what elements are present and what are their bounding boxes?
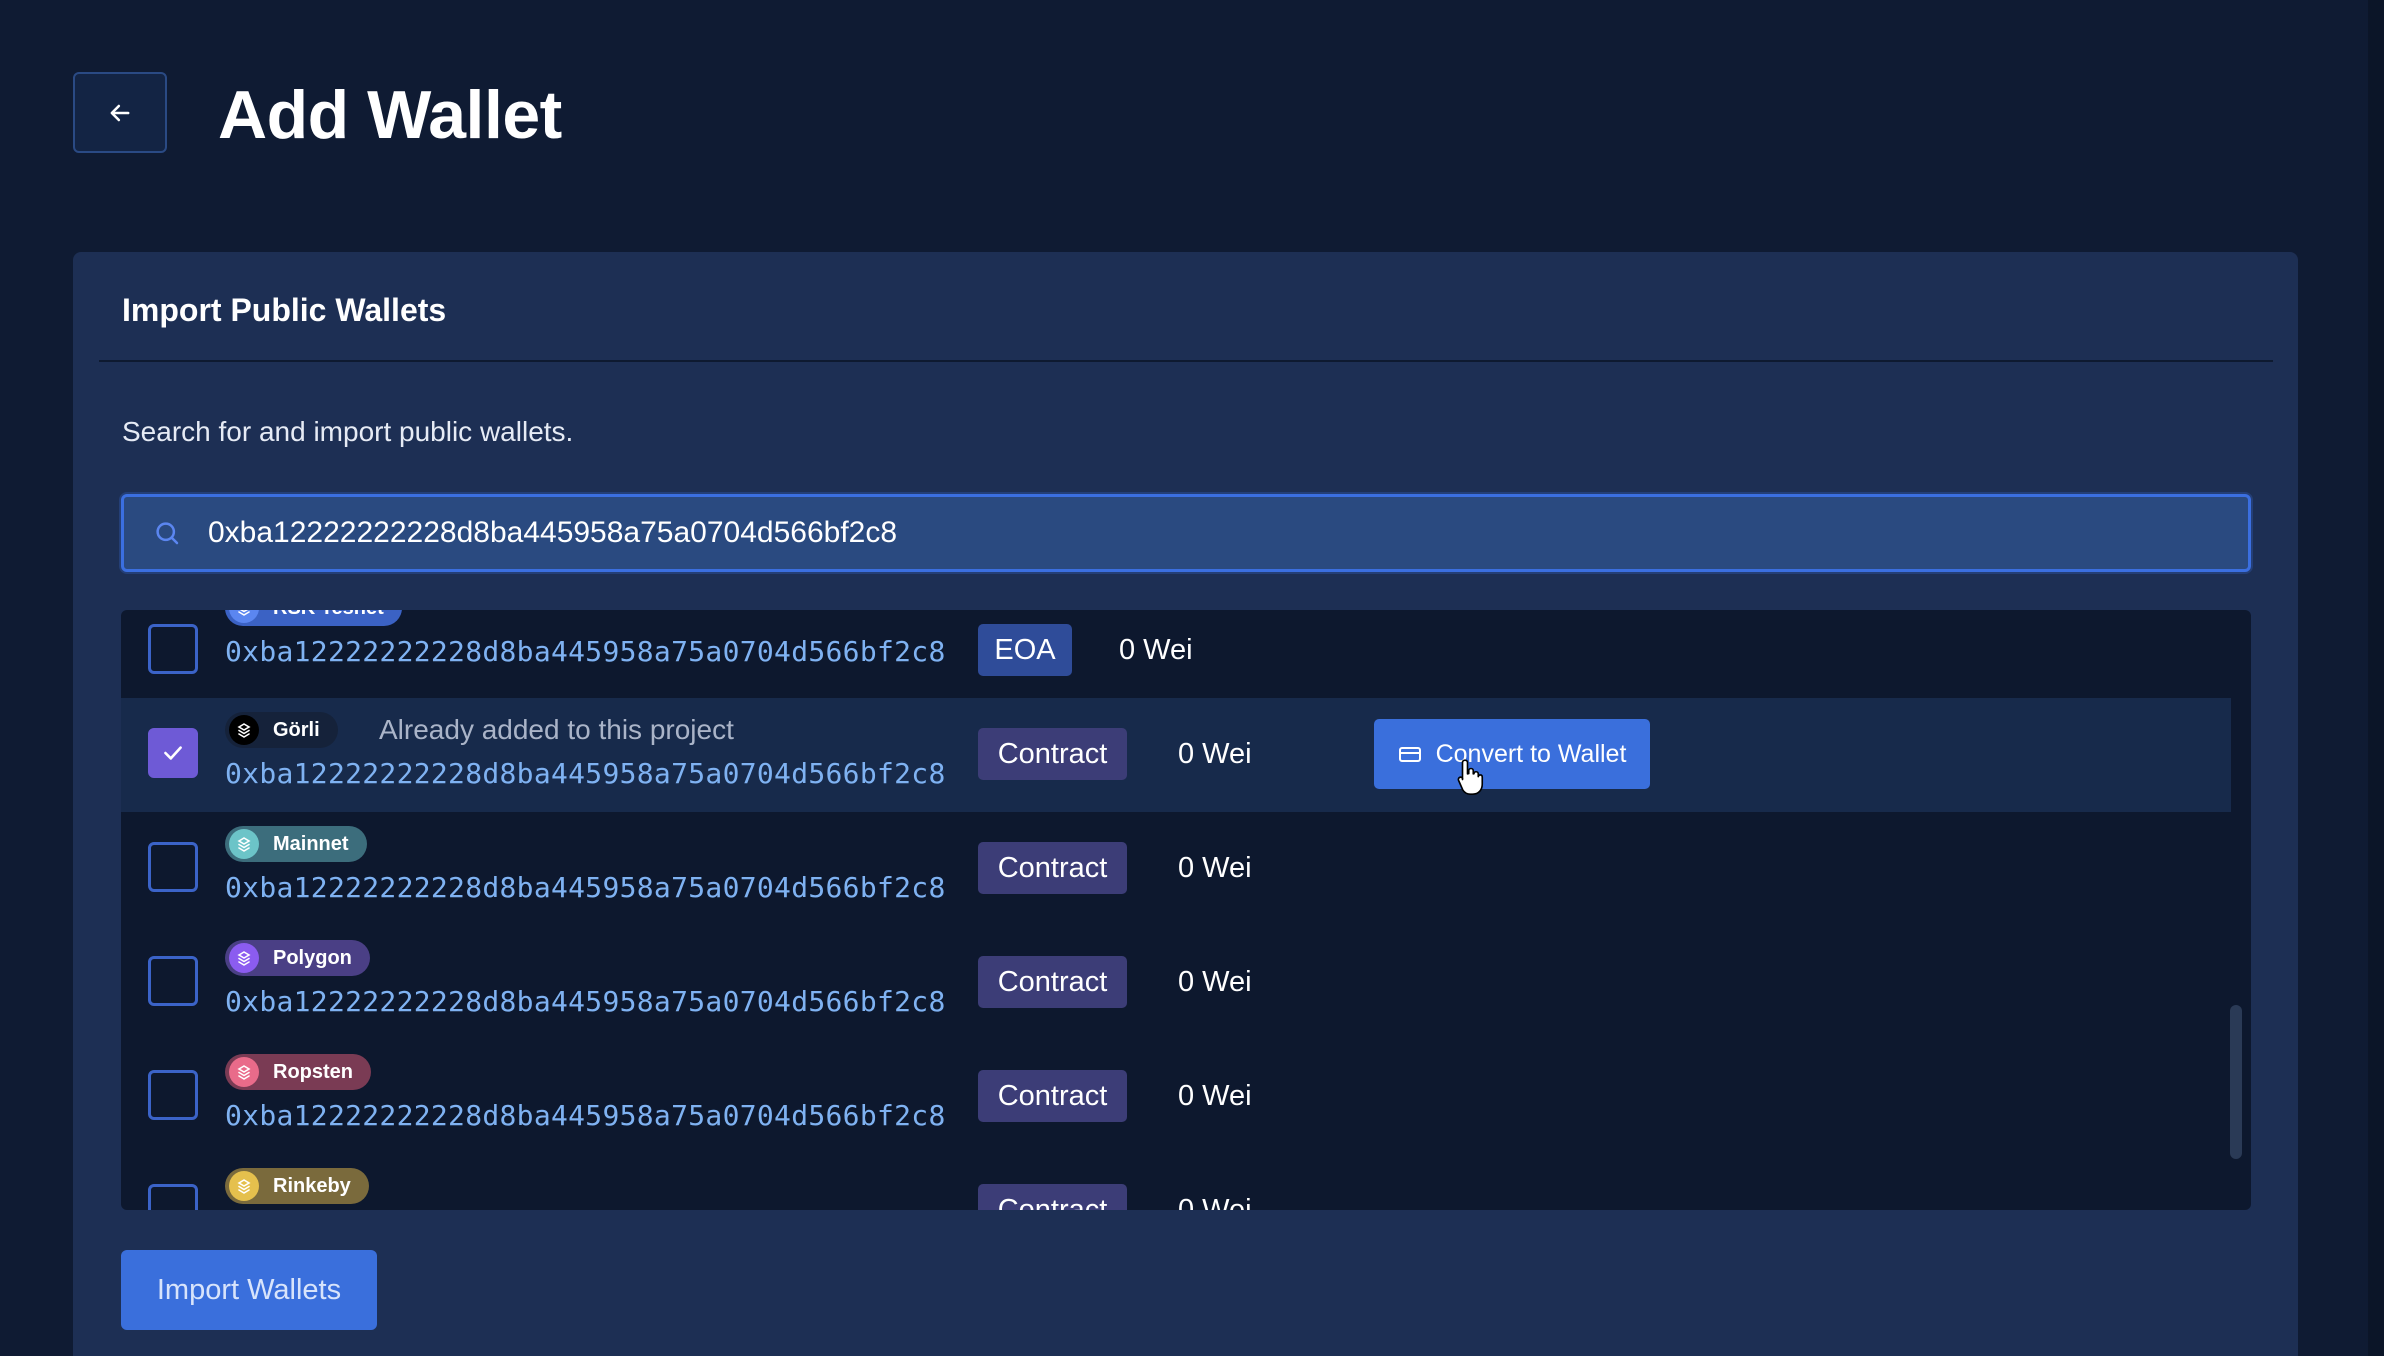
- card-title: Import Public Wallets: [122, 292, 447, 328]
- wallet-row-polygon[interactable]: Polygon 0xba12222222228d8ba445958a75a070…: [121, 926, 2231, 1040]
- already-added-note: Already added to this project: [379, 714, 734, 745]
- wallet-address: 0xba12222222228d8ba445958a75a0704d566bf2…: [225, 871, 946, 904]
- wallet-row-rsk-tesnet[interactable]: RSK Tesnet 0xba12222222228d8ba445958a75a…: [121, 610, 2231, 704]
- page-title: Add Wallet: [218, 77, 562, 153]
- wallet-balance: 0 Wei: [1178, 852, 1252, 884]
- search-icon: [156, 522, 179, 545]
- network-chip: RSK Tesnet: [225, 610, 402, 626]
- wallet-checkbox[interactable]: [148, 956, 198, 1006]
- import-wallets-button[interactable]: Import Wallets: [121, 1250, 377, 1330]
- network-icon: [229, 943, 259, 973]
- network-chip: Ropsten: [225, 1054, 371, 1090]
- search-input[interactable]: [208, 503, 2248, 563]
- network-icon: [229, 829, 259, 859]
- card-divider: [99, 360, 2273, 362]
- check-icon: [164, 746, 182, 760]
- wallet-checkbox[interactable]: [148, 728, 198, 778]
- type-badge: Contract: [978, 728, 1127, 780]
- convert-to-wallet-button[interactable]: Convert to Wallet: [1374, 719, 1650, 789]
- wallet-results-list[interactable]: RSK Tesnet 0xba12222222228d8ba445958a75a…: [121, 610, 2251, 1210]
- arrow-left-icon: [110, 104, 130, 121]
- import-public-wallets-card: Import Public Wallets Search for and imp…: [73, 252, 2298, 1356]
- wallet-address: 0xba12222222228d8ba445958a75a0704d566bf2…: [225, 635, 946, 668]
- type-badge: Contract: [978, 842, 1127, 894]
- network-chip: Mainnet: [225, 826, 367, 862]
- wallet-address: 0xba12222222228d8ba445958a75a0704d566bf2…: [225, 757, 946, 790]
- network-name: Rinkeby: [273, 1174, 351, 1197]
- network-icon: [229, 610, 259, 623]
- wallet-checkbox[interactable]: [148, 1184, 198, 1210]
- type-badge: EOA: [978, 624, 1072, 676]
- network-chip: Polygon: [225, 940, 370, 976]
- type-badge: Contract: [978, 956, 1127, 1008]
- card-description: Search for and import public wallets.: [122, 416, 574, 447]
- wallet-row-gorli[interactable]: Görli Already added to this project 0xba…: [121, 698, 2231, 812]
- back-button[interactable]: [73, 72, 167, 153]
- network-name: Ropsten: [273, 1060, 353, 1083]
- network-name: Polygon: [273, 946, 352, 969]
- network-chip: Rinkeby: [225, 1168, 369, 1204]
- wallet-row-mainnet[interactable]: Mainnet 0xba12222222228d8ba445958a75a070…: [121, 812, 2231, 926]
- network-icon: [229, 1057, 259, 1087]
- wallet-balance: 0 Wei: [1178, 1080, 1252, 1112]
- network-chip: Görli: [225, 712, 338, 748]
- network-name: RSK Tesnet: [273, 610, 384, 620]
- wallet-address: 0xba12222222228d8ba445958a75a0704d566bf2…: [225, 1099, 946, 1132]
- wallet-balance: 0 Wei: [1178, 738, 1252, 770]
- list-scrollbar-thumb[interactable]: [2230, 1005, 2242, 1159]
- wallet-address: 0xba12222222228d8ba445958a75a0704d566bf2…: [225, 985, 946, 1018]
- search-box[interactable]: [121, 494, 2251, 572]
- hand-pointer-cursor-icon: [1457, 759, 1484, 795]
- type-badge: Contract: [978, 1070, 1127, 1122]
- type-badge: Contract: [978, 1184, 1127, 1210]
- wallet-balance: 0 Wei: [1178, 966, 1252, 998]
- network-name: Görli: [273, 718, 320, 741]
- wallet-balance: 0 Wei: [1178, 1194, 1252, 1210]
- network-icon: [229, 715, 259, 745]
- network-name: Mainnet: [273, 832, 349, 855]
- wallet-checkbox[interactable]: [148, 624, 198, 674]
- window-edge: [2368, 0, 2384, 1356]
- wallet-row-ropsten[interactable]: Ropsten 0xba12222222228d8ba445958a75a070…: [121, 1040, 2231, 1154]
- wallet-icon: [1398, 747, 1421, 762]
- network-icon: [229, 1171, 259, 1201]
- wallet-row-rinkeby[interactable]: Rinkeby Contract 0 Wei: [121, 1154, 2231, 1210]
- wallet-balance: 0 Wei: [1119, 634, 1193, 666]
- wallet-checkbox[interactable]: [148, 1070, 198, 1120]
- wallet-checkbox[interactable]: [148, 842, 198, 892]
